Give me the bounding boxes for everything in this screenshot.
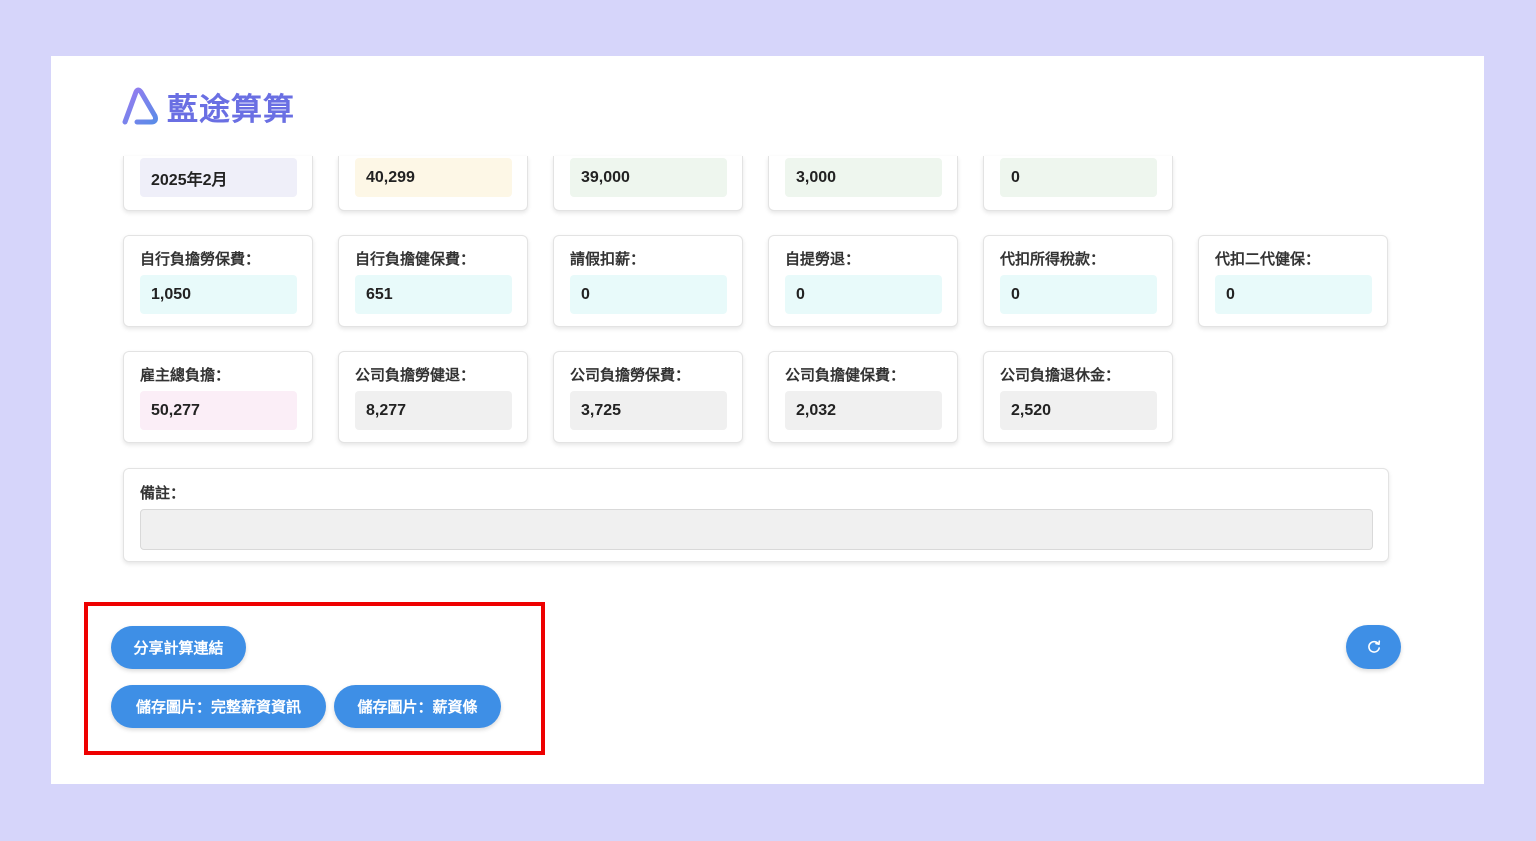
- card-leave-deduction: 請假扣薪： 0: [553, 235, 743, 327]
- app-title: 藍途算算: [167, 91, 295, 128]
- card-value: 1,050: [140, 275, 297, 314]
- card-value: 50,277: [140, 391, 297, 430]
- other-value: 0: [1000, 158, 1157, 197]
- card-label: 請假扣薪：: [570, 250, 646, 268]
- refresh-icon: [1367, 640, 1380, 653]
- allowance-value: 3,000: [785, 158, 942, 197]
- refresh-button[interactable]: [1346, 625, 1401, 669]
- card-company-health-insurance: 公司負擔健保費： 2,032: [768, 351, 958, 443]
- card-company-pension: 公司負擔退休金： 2,520: [983, 351, 1173, 443]
- base-salary-value: 39,000: [570, 158, 727, 197]
- card-employee-health-insurance: 自行負擔健保費： 651: [338, 235, 528, 327]
- app-logo: 藍途算算: [121, 86, 295, 128]
- card-total-pay: 40,299: [338, 156, 528, 211]
- card-company-insurance-pension: 公司負擔勞健退： 8,277: [338, 351, 528, 443]
- card-label: 自行負擔勞保費：: [140, 250, 261, 268]
- card-value: 651: [355, 275, 512, 314]
- card-label: 公司負擔勞保費：: [570, 366, 691, 384]
- card-label: 公司負擔勞健退：: [355, 366, 476, 384]
- notes-field[interactable]: [140, 509, 1373, 550]
- card-voluntary-pension: 自提勞退： 0: [768, 235, 958, 327]
- pay-month-value: 2025年2月: [140, 158, 297, 197]
- card-label: 代扣二代健保：: [1215, 250, 1321, 268]
- card-label: 公司負擔健保費：: [785, 366, 906, 384]
- card-label: 自提勞退：: [785, 250, 861, 268]
- notes-label: 備註：: [140, 484, 186, 502]
- card-supplementary-premium: 代扣二代健保： 0: [1198, 235, 1388, 327]
- card-value: 3,725: [570, 391, 727, 430]
- card-label: 雇主總負擔：: [140, 366, 231, 384]
- card-label: 代扣所得稅款：: [1000, 250, 1106, 268]
- card-value: 2,520: [1000, 391, 1157, 430]
- card-value: 2,032: [785, 391, 942, 430]
- highlight-box: [84, 602, 545, 755]
- card-value: 0: [1000, 275, 1157, 314]
- logo-icon: [122, 87, 158, 125]
- card-value: 0: [785, 275, 942, 314]
- card-pay-month: 2025年2月: [123, 156, 313, 211]
- total-pay-value: 40,299: [355, 158, 512, 197]
- card-label: 公司負擔退休金：: [1000, 366, 1121, 384]
- notes-card: 備註：: [123, 468, 1389, 562]
- card-income-tax: 代扣所得稅款： 0: [983, 235, 1173, 327]
- card-other: 0: [983, 156, 1173, 211]
- card-base-salary: 39,000: [553, 156, 743, 211]
- card-employer-total: 雇主總負擔： 50,277: [123, 351, 313, 443]
- card-value: 0: [570, 275, 727, 314]
- card-employee-labor-insurance: 自行負擔勞保費： 1,050: [123, 235, 313, 327]
- card-value: 0: [1215, 275, 1372, 314]
- card-value: 8,277: [355, 391, 512, 430]
- card-company-labor-insurance: 公司負擔勞保費： 3,725: [553, 351, 743, 443]
- card-label: 自行負擔健保費：: [355, 250, 476, 268]
- card-allowance: 3,000: [768, 156, 958, 211]
